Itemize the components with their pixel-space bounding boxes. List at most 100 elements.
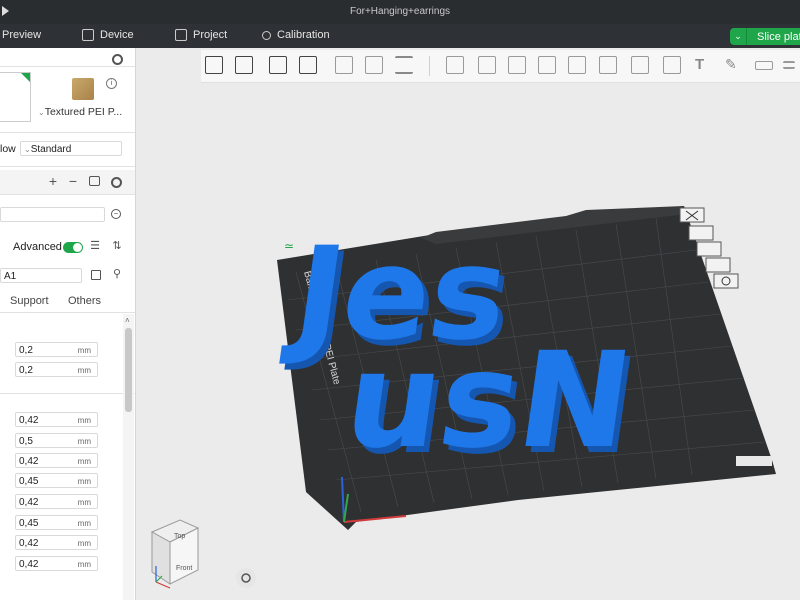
scroll-up-icon[interactable]: ˄: [125, 316, 130, 325]
info-icon[interactable]: i: [106, 78, 117, 89]
line-width-value: 0,42: [19, 559, 39, 570]
selected-corner-icon: [21, 73, 30, 82]
add-object-icon[interactable]: [205, 56, 223, 74]
project-tab[interactable]: Project: [175, 29, 227, 41]
add-icon[interactable]: +: [48, 174, 58, 188]
chevron-down-icon[interactable]: ⌄: [730, 28, 747, 45]
line-width-field[interactable]: 0,42 mm: [15, 494, 98, 509]
model-text-line-2: usN: [336, 325, 641, 478]
search-icon[interactable]: ⚲: [112, 269, 122, 280]
remove-icon[interactable]: −: [68, 174, 78, 188]
preview-tab[interactable]: Preview: [2, 29, 41, 41]
line-width-field[interactable]: 0,42 mm: [15, 412, 98, 427]
printer-settings-gear-icon[interactable]: [112, 54, 123, 65]
build-plate-scene[interactable]: Bambu Textured PEI Plate Jes Jes usN usN…: [136, 82, 800, 600]
arrange-icon[interactable]: [299, 56, 317, 74]
lock-plate-icon[interactable]: [705, 257, 731, 273]
color-paint-icon[interactable]: ✎: [725, 56, 743, 74]
list-icon[interactable]: ☰: [90, 241, 100, 252]
unit-label: mm: [77, 366, 91, 375]
seam-paint-icon[interactable]: [663, 56, 681, 74]
plate-number-badge: [736, 456, 772, 466]
main-menu-bar: Preview Device Project Calibration: [0, 24, 800, 48]
paste-icon[interactable]: [365, 56, 383, 74]
first-layer-height-field[interactable]: 0,2 mm: [15, 362, 98, 377]
tab-support[interactable]: Support: [10, 295, 49, 307]
line-width-value: 0,42: [19, 497, 39, 508]
minus-circle-icon[interactable]: −: [111, 209, 121, 219]
copy-icon[interactable]: [335, 56, 353, 74]
calibration-tab[interactable]: Calibration: [262, 29, 330, 41]
auto-orient-icon[interactable]: [269, 56, 287, 74]
unit-label: mm: [77, 457, 91, 466]
settings-sidebar: i ⌄Textured PEI P... low ⌄Standard + − −…: [0, 48, 136, 600]
object-toolbar: T ✎: [201, 50, 800, 83]
lay-on-face-icon[interactable]: [538, 56, 556, 74]
view-cube[interactable]: Top Front: [150, 519, 200, 589]
calibration-tab-label: Calibration: [277, 29, 330, 41]
advanced-toggle[interactable]: [63, 242, 83, 253]
scrollbar-thumb[interactable]: [125, 328, 132, 412]
move-icon[interactable]: [446, 56, 464, 74]
unit-label: mm: [77, 437, 91, 446]
line-width-field[interactable]: 0,45 mm: [15, 473, 98, 488]
add-plate-grid-icon[interactable]: [235, 56, 253, 74]
support-paint-icon[interactable]: [631, 56, 649, 74]
text-tool-icon[interactable]: T: [695, 56, 713, 74]
unit-label: mm: [77, 477, 91, 486]
view-cube-top: Top: [174, 533, 185, 540]
project-icon: [175, 29, 187, 41]
device-icon: [82, 29, 94, 41]
compare-icon[interactable]: ⇅: [112, 241, 122, 252]
slice-plate-button[interactable]: ⌄ Slice plat: [730, 28, 800, 45]
flow-label: low: [0, 143, 16, 155]
line-width-value: 0,42: [19, 538, 39, 549]
boolean-icon[interactable]: [599, 56, 617, 74]
line-width-field[interactable]: 0,42 mm: [15, 453, 98, 468]
project-tab-label: Project: [193, 29, 228, 41]
unit-label: mm: [77, 539, 91, 548]
line-width-value: 0,45: [19, 476, 39, 487]
advanced-label: Advanced: [13, 241, 62, 253]
device-tab[interactable]: Device: [82, 29, 134, 41]
flow-select[interactable]: ⌄Standard: [20, 141, 122, 156]
search-input[interactable]: [0, 207, 105, 222]
tab-others[interactable]: Others: [68, 295, 101, 307]
line-width-field[interactable]: 0,42 mm: [15, 535, 98, 550]
filament-settings-gear-icon[interactable]: [111, 177, 122, 188]
first-layer-height-value: 0,2: [19, 365, 33, 376]
more-icon[interactable]: [783, 61, 795, 69]
window-title: For+Hanging+earrings: [349, 6, 451, 17]
unit-label: mm: [77, 416, 91, 425]
unit-label: mm: [77, 519, 91, 528]
plate-thumbnail[interactable]: [72, 78, 94, 100]
printer-thumbnail[interactable]: [0, 72, 31, 122]
flow-select-value: Standard: [30, 144, 72, 155]
line-width-value: 0,42: [19, 415, 39, 426]
view-cube-front: Front: [176, 565, 192, 572]
plate-settings-icon[interactable]: [713, 273, 739, 289]
cut-icon[interactable]: [568, 56, 586, 74]
process-preset-select[interactable]: A1: [0, 268, 82, 283]
line-width-field[interactable]: 0,45 mm: [15, 515, 98, 530]
line-width-value: 0,45: [19, 518, 39, 529]
edit-pencil-icon[interactable]: ≃: [284, 239, 294, 253]
scale-icon[interactable]: [508, 56, 526, 74]
slice-plate-label: Slice plat: [757, 30, 800, 43]
settings-scrollbar[interactable]: ˄: [123, 314, 134, 600]
plate-type-select[interactable]: ⌄Textured PEI P...: [38, 106, 122, 118]
orient-plate-icon[interactable]: [696, 241, 722, 257]
line-width-field[interactable]: 0,42 mm: [15, 556, 98, 571]
line-width-value: 0,5: [19, 436, 33, 447]
measure-icon[interactable]: [755, 61, 773, 70]
save-icon[interactable]: [91, 270, 101, 280]
filament-sync-icon[interactable]: [89, 176, 100, 186]
preview-tab-label: Preview: [2, 29, 42, 41]
arrange-plate-icon[interactable]: [688, 225, 714, 241]
rotate-icon[interactable]: [478, 56, 496, 74]
layer-height-field[interactable]: 0,2 mm: [15, 342, 98, 357]
fit-view-icon[interactable]: [236, 568, 256, 588]
line-width-field[interactable]: 0,5 mm: [15, 433, 98, 448]
layers-icon[interactable]: [395, 56, 413, 74]
title-bar: For+Hanging+earrings: [0, 0, 800, 24]
